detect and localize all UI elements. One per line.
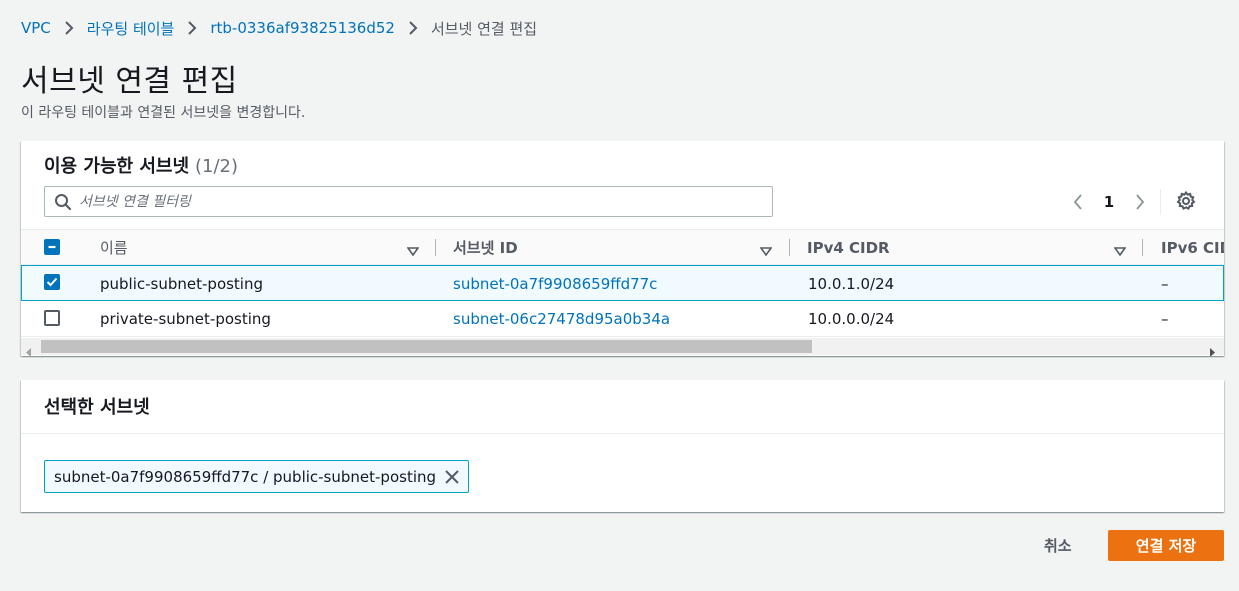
subnet-name: private-subnet-posting xyxy=(100,309,271,328)
column-ipv4-label: IPv4 CIDR xyxy=(807,238,890,257)
subnet-filter-input[interactable] xyxy=(79,193,772,210)
chevron-right-icon xyxy=(174,20,210,36)
chevron-right-icon xyxy=(395,20,431,36)
selected-subnet-token-label: subnet-0a7f9908659ffd77c / public-subnet… xyxy=(54,467,437,486)
breadcrumb-route-tables-link[interactable]: 라우팅 테이블 xyxy=(87,18,175,39)
breadcrumb-route-table-id-link[interactable]: rtb-0336af93825136d52 xyxy=(210,19,395,37)
ipv6-cidr: – xyxy=(1161,274,1169,293)
available-subnets-title: 이용 가능한 서브넷 xyxy=(44,156,190,177)
selected-subnets-header: 선택한 서브넷 xyxy=(21,380,1224,434)
page-number[interactable]: 1 xyxy=(1090,193,1128,211)
chevron-right-icon[interactable] xyxy=(1128,193,1152,211)
column-header-ipv6-cidr[interactable]: IPv6 CID xyxy=(1161,230,1224,265)
scrollbar-thumb[interactable] xyxy=(41,340,812,353)
column-divider[interactable] xyxy=(435,239,436,256)
selected-subnets-title: 선택한 서브넷 xyxy=(44,397,150,418)
ipv4-cidr: 10.0.0.0/24 xyxy=(808,309,895,328)
chevron-right-icon xyxy=(51,20,87,36)
selection-count: (1/2) xyxy=(195,156,239,177)
search-icon xyxy=(54,193,72,215)
column-subnet-id-label: 서브넷 ID xyxy=(453,239,518,257)
column-header-ipv4-cidr[interactable]: IPv4 CIDR xyxy=(807,230,1137,265)
subnet-filter xyxy=(44,186,773,217)
breadcrumb-current: 서브넷 연결 편집 xyxy=(430,19,538,38)
scroll-left-icon[interactable] xyxy=(26,342,32,356)
subnet-name: public-subnet-posting xyxy=(100,274,264,293)
column-header-subnet-id[interactable]: 서브넷 ID xyxy=(453,230,783,265)
subnet-id-link[interactable]: subnet-0a7f9908659ffd77c xyxy=(453,266,657,301)
column-name-label: 이름 xyxy=(100,239,128,257)
scroll-right-icon[interactable] xyxy=(1209,342,1215,356)
gear-icon[interactable] xyxy=(1175,190,1197,216)
sort-down-icon[interactable] xyxy=(1113,243,1127,261)
page-title: 서브넷 연결 편집 xyxy=(21,64,238,99)
selected-subnet-token: subnet-0a7f9908659ffd77c / public-subnet… xyxy=(44,460,470,493)
table-header: 이름 서브넷 ID IPv4 CIDR IPv6 CI xyxy=(21,229,1224,265)
breadcrumb-vpc-link[interactable]: VPC xyxy=(21,19,51,37)
horizontal-scrollbar[interactable] xyxy=(21,338,1224,356)
table-row[interactable]: public-subnet-posting subnet-0a7f9908659… xyxy=(21,265,1224,301)
pagination: 1 xyxy=(1066,188,1161,216)
subnets-table: 이름 서브넷 ID IPv4 CIDR IPv6 CI public-subne… xyxy=(21,229,1224,337)
close-icon[interactable] xyxy=(444,469,460,485)
ipv4-cidr: 10.0.1.0/24 xyxy=(808,274,895,293)
column-divider[interactable] xyxy=(1142,239,1143,256)
page-description: 이 라우팅 테이블과 연결된 서브넷을 변경합니다. xyxy=(21,105,306,121)
table-row[interactable]: private-subnet-posting subnet-06c27478d9… xyxy=(21,301,1224,337)
row-checkbox[interactable] xyxy=(44,310,60,326)
breadcrumb: VPC 라우팅 테이블 rtb-0336af93825136d52 서브넷 연결… xyxy=(21,16,537,40)
pager-divider xyxy=(1160,189,1161,215)
cancel-button[interactable]: 취소 xyxy=(1038,530,1078,560)
row-checkbox[interactable] xyxy=(44,274,60,290)
save-associations-button[interactable]: 연결 저장 xyxy=(1108,530,1224,561)
subnet-id-link[interactable]: subnet-06c27478d95a0b34a xyxy=(453,301,670,336)
column-divider[interactable] xyxy=(789,239,790,256)
column-ipv6-label: IPv6 CID xyxy=(1161,238,1224,257)
available-subnets-heading: 이용 가능한 서브넷 (1/2) xyxy=(44,152,238,178)
available-subnets-panel: 이용 가능한 서브넷(1/2) 1 이름 xyxy=(21,141,1224,356)
sort-down-icon[interactable] xyxy=(406,243,420,261)
sort-down-icon[interactable] xyxy=(759,243,773,261)
column-header-name[interactable]: 이름 xyxy=(100,230,430,265)
selected-subnets-panel: 선택한 서브넷 subnet-0a7f9908659ffd77c / publi… xyxy=(21,380,1224,512)
ipv6-cidr: – xyxy=(1161,309,1169,328)
select-all-checkbox[interactable] xyxy=(44,239,60,255)
chevron-left-icon[interactable] xyxy=(1066,193,1090,211)
